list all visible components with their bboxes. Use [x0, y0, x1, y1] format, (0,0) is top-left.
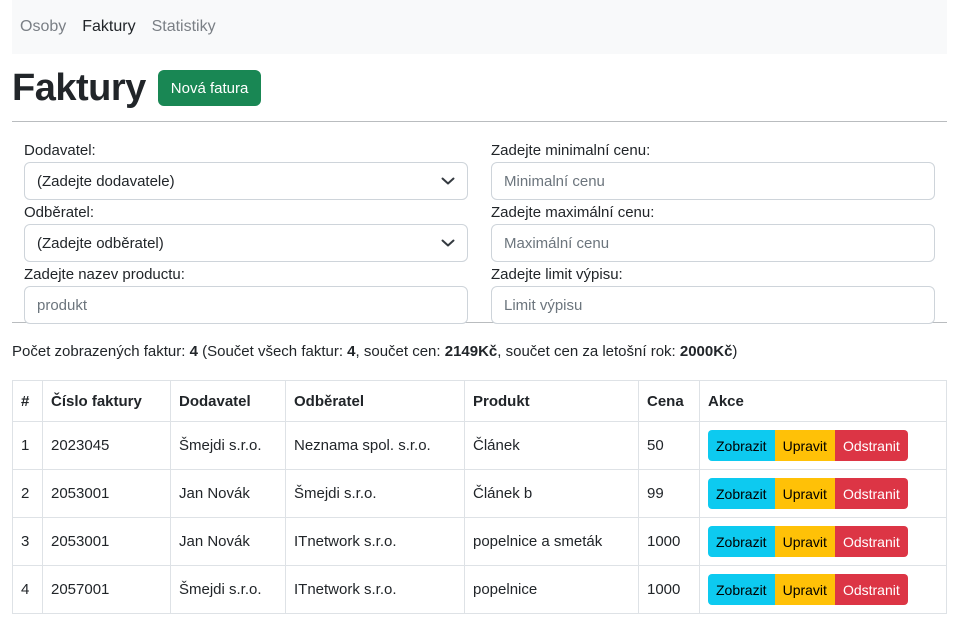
column-header-product: Produkt [464, 380, 639, 422]
summary-total-count: 4 [347, 343, 356, 360]
show-button[interactable]: Zobrazit [708, 574, 775, 605]
supplier-select-value: (Zadejte dodavatele) [37, 172, 175, 190]
cell-supplier: Šmejdi s.r.o. [170, 565, 286, 614]
summary-text: , součet cen za letošní rok: [497, 343, 680, 360]
delete-button[interactable]: Odstranit [834, 430, 908, 461]
nav-link-statistiky[interactable]: Statistiky [152, 18, 216, 36]
delete-button[interactable]: Odstranit [834, 526, 908, 557]
limit-input-placeholder: Limit výpisu [504, 296, 583, 314]
cell-buyer: ITnetwork s.r.o. [285, 565, 465, 614]
filter-form: Dodavatel: (Zadejte dodavatele) Odběrate… [12, 122, 947, 324]
summary-year-sum: 2000Kč [679, 343, 733, 360]
column-header-actions: Akce [699, 380, 947, 422]
chevron-down-icon [441, 239, 455, 247]
delete-button[interactable]: Odstranit [834, 574, 908, 605]
table-row: 4 2057001 Šmejdi s.r.o. ITnetwork s.r.o.… [12, 565, 947, 614]
cell-number: 2053001 [42, 469, 171, 518]
filter-right-column: Zadejte minimalní cenu: Minimalní cenu Z… [491, 140, 935, 324]
cell-index: 1 [12, 421, 43, 470]
summary-text: Počet zobrazených faktur: [12, 343, 190, 360]
table-row: 3 2053001 Jan Novák ITnetwork s.r.o. pop… [12, 517, 947, 566]
edit-button[interactable]: Upravit [774, 526, 835, 557]
cell-supplier: Jan Novák [170, 517, 286, 566]
invoice-summary: Počet zobrazených faktur: 4 (Součet všec… [12, 341, 947, 363]
min-price-input[interactable]: Minimalní cenu [491, 162, 935, 200]
nav-link-faktury[interactable]: Faktury [82, 18, 135, 36]
cell-product: Článek [464, 421, 639, 470]
cell-product: popelnice [464, 565, 639, 614]
page-title: Faktury [12, 67, 146, 109]
show-button[interactable]: Zobrazit [708, 430, 775, 461]
summary-total-sum: 2149Kč [444, 343, 498, 360]
cell-index: 4 [12, 565, 43, 614]
row-action-group: Zobrazit Upravit Odstranit [708, 526, 908, 557]
show-button[interactable]: Zobrazit [708, 478, 775, 509]
product-label: Zadejte nazev productu: [24, 266, 185, 283]
product-input[interactable]: produkt [24, 286, 468, 324]
cell-price: 1000 [638, 565, 700, 614]
cell-number: 2053001 [42, 517, 171, 566]
chevron-down-icon [441, 177, 455, 185]
cell-number: 2057001 [42, 565, 171, 614]
buyer-select[interactable]: (Zadejte odběratel) [24, 224, 468, 262]
min-price-label: Zadejte minimalní cenu: [491, 142, 651, 159]
cell-actions: Zobrazit Upravit Odstranit [699, 421, 947, 470]
summary-text: , součet cen: [355, 343, 445, 360]
summary-text: ) [732, 343, 738, 360]
row-action-group: Zobrazit Upravit Odstranit [708, 574, 908, 605]
row-action-group: Zobrazit Upravit Odstranit [708, 478, 908, 509]
cell-supplier: Šmejdi s.r.o. [170, 421, 286, 470]
product-input-placeholder: produkt [37, 296, 88, 314]
cell-buyer: Šmejdi s.r.o. [285, 469, 465, 518]
nav-link-osoby[interactable]: Osoby [20, 18, 66, 36]
edit-button[interactable]: Upravit [774, 478, 835, 509]
max-price-input-placeholder: Maximální cenu [504, 234, 610, 252]
column-header-supplier: Dodavatel [170, 380, 286, 422]
filter-left-column: Dodavatel: (Zadejte dodavatele) Odběrate… [24, 140, 468, 324]
title-row: Faktury Nová fatura [12, 60, 947, 116]
column-header-buyer: Odběratel [285, 380, 465, 422]
min-price-input-placeholder: Minimalní cenu [504, 172, 605, 190]
supplier-label: Dodavatel: [24, 142, 96, 159]
buyer-label: Odběratel: [24, 204, 95, 221]
cell-actions: Zobrazit Upravit Odstranit [699, 469, 947, 518]
show-button[interactable]: Zobrazit [708, 526, 775, 557]
max-price-input[interactable]: Maximální cenu [491, 224, 935, 262]
column-header-index: # [12, 380, 43, 422]
navbar: Osoby Faktury Statistiky [12, 0, 947, 54]
column-header-price: Cena [638, 380, 700, 422]
row-action-group: Zobrazit Upravit Odstranit [708, 430, 908, 461]
page-container: Osoby Faktury Statistiky Faktury Nová fa… [12, 0, 947, 614]
invoices-table: # Číslo faktury Dodavatel Odběratel Prod… [12, 380, 947, 614]
new-invoice-button[interactable]: Nová fatura [157, 70, 262, 106]
cell-product: popelnice a smeták [464, 517, 639, 566]
table-row: 1 2023045 Šmejdi s.r.o. Neznama spol. s.… [12, 421, 947, 470]
cell-actions: Zobrazit Upravit Odstranit [699, 565, 947, 614]
cell-buyer: Neznama spol. s.r.o. [285, 421, 465, 470]
cell-supplier: Jan Novák [170, 469, 286, 518]
cell-product: Článek b [464, 469, 639, 518]
buyer-select-value: (Zadejte odběratel) [37, 234, 164, 252]
edit-button[interactable]: Upravit [774, 574, 835, 605]
cell-price: 99 [638, 469, 700, 518]
cell-price: 1000 [638, 517, 700, 566]
summary-shown-count: 4 [189, 343, 198, 360]
column-header-number: Číslo faktury [42, 380, 171, 422]
limit-label: Zadejte limit výpisu: [491, 266, 623, 283]
max-price-label: Zadejte maximální cenu: [491, 204, 655, 221]
table-row: 2 2053001 Jan Novák Šmejdi s.r.o. Článek… [12, 469, 947, 518]
cell-buyer: ITnetwork s.r.o. [285, 517, 465, 566]
cell-price: 50 [638, 421, 700, 470]
cell-index: 3 [12, 517, 43, 566]
cell-number: 2023045 [42, 421, 171, 470]
limit-input[interactable]: Limit výpisu [491, 286, 935, 324]
delete-button[interactable]: Odstranit [834, 478, 908, 509]
cell-actions: Zobrazit Upravit Odstranit [699, 517, 947, 566]
table-header-row: # Číslo faktury Dodavatel Odběratel Prod… [12, 380, 947, 422]
cell-index: 2 [12, 469, 43, 518]
edit-button[interactable]: Upravit [774, 430, 835, 461]
supplier-select[interactable]: (Zadejte dodavatele) [24, 162, 468, 200]
summary-text: (Součet všech faktur: [197, 343, 348, 360]
